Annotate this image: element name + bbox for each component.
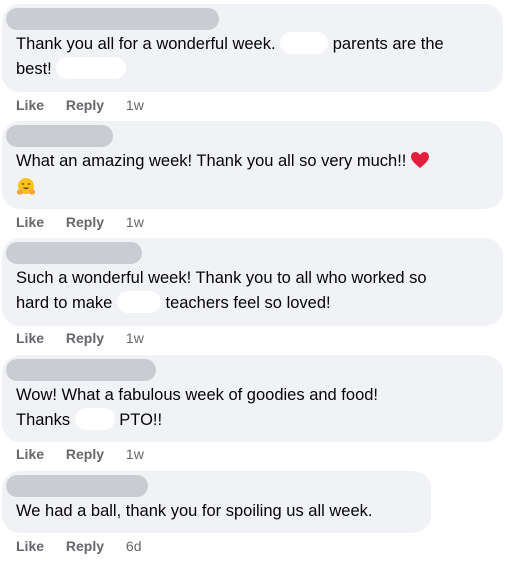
comment-text-line1-b: parents are the xyxy=(332,35,444,53)
comment-actions: Like Reply 6d xyxy=(16,537,142,555)
redacted-author-name[interactable] xyxy=(6,125,113,147)
reply-button[interactable]: Reply xyxy=(66,538,104,554)
comment-timestamp[interactable]: 1w xyxy=(126,97,144,113)
redacted-text xyxy=(56,57,127,79)
redacted-text xyxy=(74,408,115,430)
redacted-author-name[interactable] xyxy=(6,359,156,381)
like-button[interactable]: Like xyxy=(16,538,44,554)
comment-timestamp[interactable]: 1w xyxy=(126,214,144,230)
redacted-author-name[interactable] xyxy=(6,475,148,497)
comment-text: What an amazing week! Thank you all so v… xyxy=(16,149,489,205)
comment-text-line1: Such a wonderful week! Thank you to all … xyxy=(16,269,427,287)
comment-text-line2-a: Thanks xyxy=(16,411,71,429)
comment-text-line2-b: PTO!! xyxy=(119,411,163,429)
comment-actions: Like Reply 1w xyxy=(16,329,144,347)
comment-text-line1: What an amazing week! Thank you all so v… xyxy=(16,152,407,170)
comment-text-line2-b: teachers feel so loved! xyxy=(165,294,331,312)
like-button[interactable]: Like xyxy=(16,214,44,230)
comment-bubble: What an amazing week! Thank you all so v… xyxy=(2,121,503,209)
redacted-text xyxy=(116,291,161,313)
comment-text: Thank you all for a wonderful week. pare… xyxy=(16,32,489,82)
comment-text-line2-a: hard to make xyxy=(16,294,113,312)
comment-timestamp[interactable]: 6d xyxy=(126,538,142,554)
reply-button[interactable]: Reply xyxy=(66,214,104,230)
redacted-author-name[interactable] xyxy=(6,242,142,264)
red-heart-icon xyxy=(410,151,430,177)
comment-bubble: Such a wonderful week! Thank you to all … xyxy=(2,238,503,326)
comment-bubble: Thank you all for a wonderful week. pare… xyxy=(2,4,503,92)
like-button[interactable]: Like xyxy=(16,97,44,113)
comment-text-line2: best! xyxy=(16,60,52,78)
comment-bubble: Wow! What a fabulous week of goodies and… xyxy=(2,355,503,442)
comment-actions: Like Reply 1w xyxy=(16,445,144,463)
reply-button[interactable]: Reply xyxy=(66,330,104,346)
redacted-text xyxy=(280,32,329,54)
smiling-face-with-open-hands-icon xyxy=(16,177,36,205)
like-button[interactable]: Like xyxy=(16,330,44,346)
comment-text-line1: Wow! What a fabulous week of goodies and… xyxy=(16,386,379,404)
comment-timestamp[interactable]: 1w xyxy=(126,446,144,462)
reply-button[interactable]: Reply xyxy=(66,97,104,113)
comment-bubble: We had a ball, thank you for spoiling us… xyxy=(2,471,431,533)
comment-actions: Like Reply 1w xyxy=(16,96,144,114)
redacted-author-name[interactable] xyxy=(6,8,219,30)
comment-text: We had a ball, thank you for spoiling us… xyxy=(16,499,417,524)
comment-actions: Like Reply 1w xyxy=(16,213,144,231)
reply-button[interactable]: Reply xyxy=(66,446,104,462)
like-button[interactable]: Like xyxy=(16,446,44,462)
comment-text: Wow! What a fabulous week of goodies and… xyxy=(16,383,489,433)
comment-text-line1-a: Thank you all for a wonderful week. xyxy=(16,35,276,53)
comment-text: Such a wonderful week! Thank you to all … xyxy=(16,266,489,316)
comment-text-line1: We had a ball, thank you for spoiling us… xyxy=(16,502,373,520)
comment-timestamp[interactable]: 1w xyxy=(126,330,144,346)
